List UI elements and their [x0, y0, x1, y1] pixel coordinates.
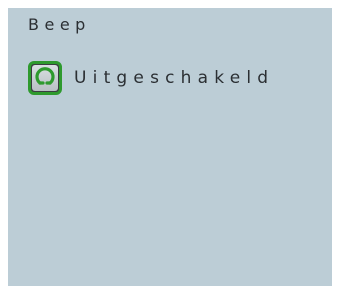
- power-ring-icon: [34, 65, 56, 91]
- settings-panel: Beep Uitgeschakeld: [8, 8, 332, 286]
- option-label: Uitgeschakeld: [74, 68, 275, 88]
- beep-toggle-button[interactable]: [28, 61, 62, 95]
- toggle-face: [32, 65, 58, 91]
- setting-title: Beep: [28, 15, 91, 34]
- beep-option-row[interactable]: Uitgeschakeld: [28, 60, 274, 96]
